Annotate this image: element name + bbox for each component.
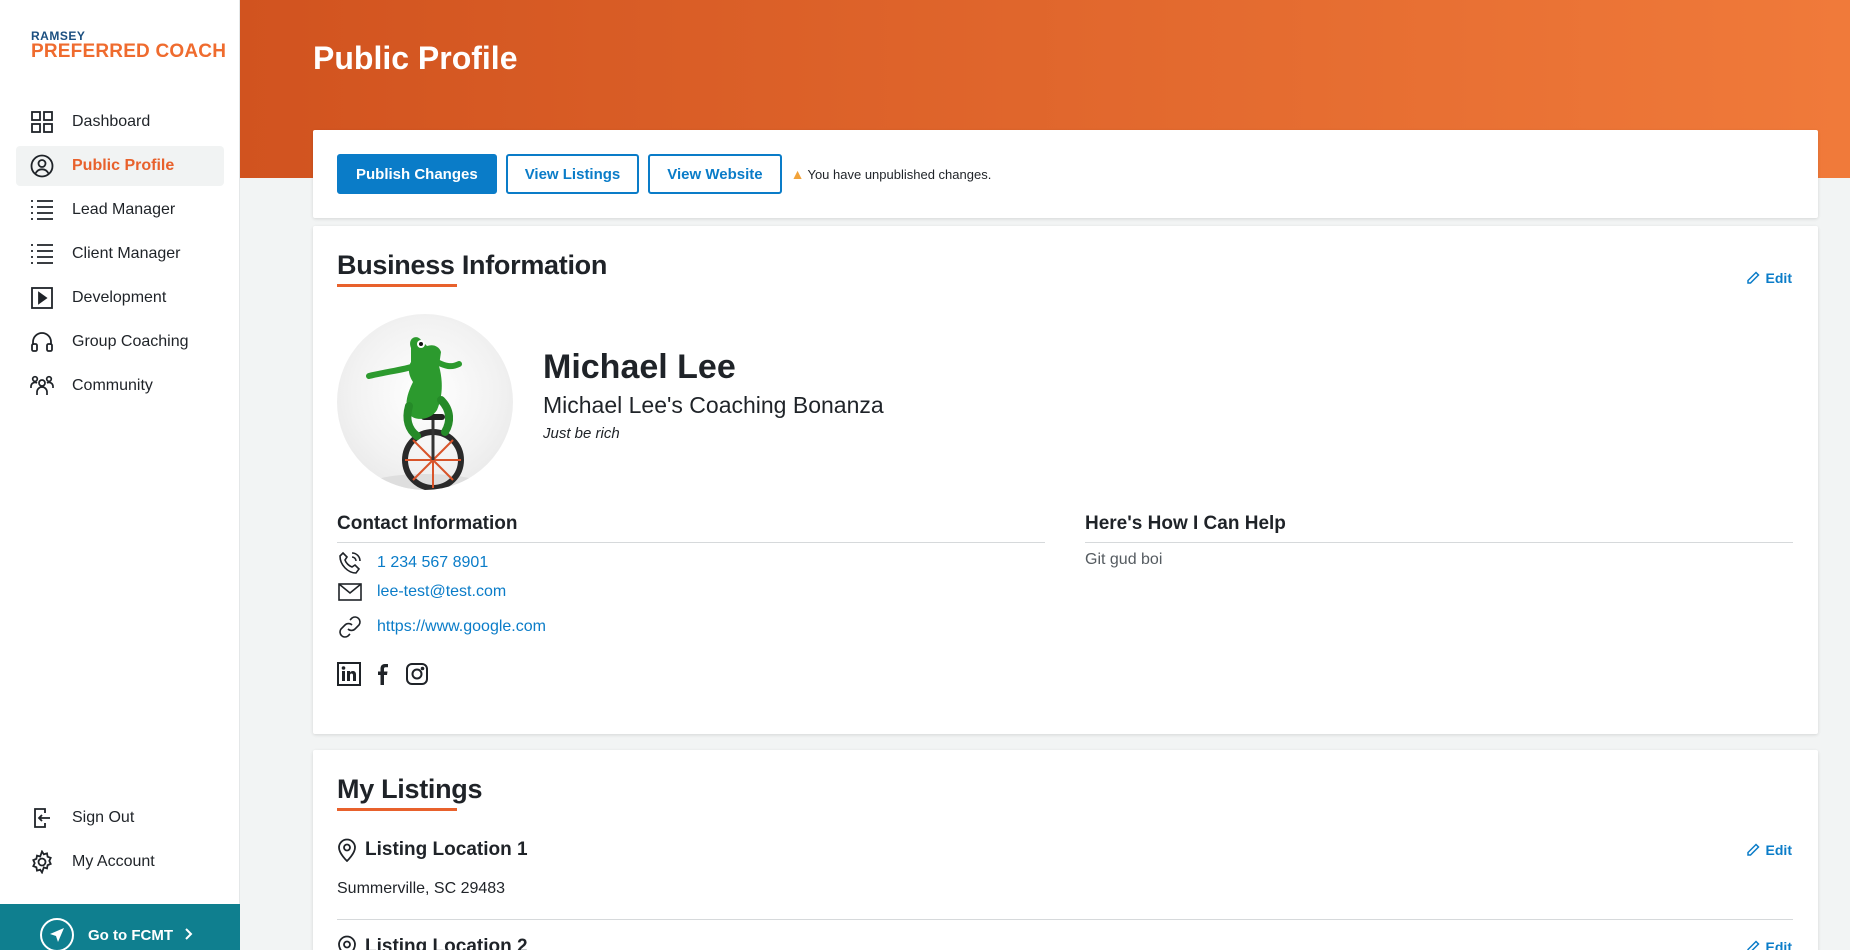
- sidebar-item-development[interactable]: Development: [16, 278, 224, 318]
- list-icon: [30, 242, 54, 266]
- fcmt-label: Go to FCMT: [88, 926, 173, 944]
- website-link[interactable]: https://www.google.com: [377, 618, 546, 636]
- warning-text: You have unpublished changes.: [807, 166, 992, 182]
- sidebar-item-group-coaching[interactable]: Group Coaching: [16, 322, 224, 362]
- instagram-icon[interactable]: [405, 662, 429, 686]
- divider: [337, 542, 1045, 543]
- sidebar-bottom-nav: Sign Out My Account: [16, 798, 224, 886]
- map-pin-icon: [338, 935, 356, 950]
- view-listings-button[interactable]: View Listings: [505, 154, 640, 194]
- contact-email: lee-test@test.com: [337, 583, 506, 601]
- warning-icon: ▲: [790, 166, 805, 182]
- sidebar-item-dashboard[interactable]: Dashboard: [16, 102, 224, 142]
- list-icon: [30, 198, 54, 222]
- chevron-right-icon: [185, 927, 193, 944]
- publish-toolbar: Publish Changes View Listings View Websi…: [313, 130, 1818, 218]
- envelope-icon: [337, 583, 363, 601]
- section-underline: [337, 808, 457, 811]
- sidebar-item-label: Client Manager: [72, 245, 181, 262]
- go-to-fcmt-button[interactable]: Go to FCMT: [0, 904, 240, 950]
- frog-on-unicycle-image: [366, 337, 475, 490]
- edit-label: Edit: [1765, 842, 1792, 858]
- business-name: Michael Lee's Coaching Bonanza: [543, 392, 884, 418]
- publish-changes-button[interactable]: Publish Changes: [337, 154, 497, 194]
- email-link[interactable]: lee-test@test.com: [377, 583, 506, 601]
- edit-business-link[interactable]: Edit: [1746, 270, 1792, 286]
- sidebar-item-label: Public Profile: [72, 157, 175, 174]
- sidebar-nav: Dashboard Public Profile Lead Manager Cl…: [16, 102, 224, 410]
- section-title: Business Information: [337, 250, 608, 280]
- pencil-icon: [1746, 843, 1760, 856]
- people-icon: [30, 374, 54, 398]
- sidebar-item-public-profile[interactable]: Public Profile: [16, 146, 224, 186]
- play-icon: [30, 286, 54, 310]
- avatar: [337, 314, 513, 490]
- gear-icon: [30, 850, 54, 874]
- headset-icon: [30, 330, 54, 354]
- sign-out-icon: [30, 806, 54, 830]
- sidebar-item-label: Dashboard: [72, 113, 151, 130]
- sidebar-item-sign-out[interactable]: Sign Out: [16, 798, 224, 838]
- phone-link[interactable]: 1 234 567 8901: [377, 554, 488, 572]
- sidebar-item-lead-manager[interactable]: Lead Manager: [16, 190, 224, 230]
- sidebar-item-label: Lead Manager: [72, 201, 176, 218]
- edit-listing-link[interactable]: Edit: [1746, 939, 1792, 950]
- unpublished-warning: ▲ You have unpublished changes.: [791, 166, 992, 182]
- sidebar-item-my-account[interactable]: My Account: [16, 842, 224, 882]
- logo-bottom-text: PREFERRED COACH: [31, 41, 227, 62]
- edit-listing-link[interactable]: Edit: [1746, 842, 1792, 858]
- divider: [337, 919, 1793, 920]
- help-text: Git gud boi: [1085, 551, 1163, 568]
- linkedin-icon[interactable]: [337, 662, 361, 686]
- logo[interactable]: RAMSEY PREFERRED COACH: [31, 30, 226, 61]
- sidebar-item-label: Sign Out: [72, 809, 135, 826]
- grid-icon: [30, 110, 54, 134]
- pencil-icon: [1746, 940, 1760, 950]
- contact-phone: 1 234 567 8901: [337, 551, 488, 575]
- edit-label: Edit: [1765, 270, 1792, 286]
- social-links: [337, 662, 439, 686]
- send-icon: [40, 918, 74, 950]
- view-website-button[interactable]: View Website: [648, 154, 782, 194]
- map-pin-icon: [338, 838, 356, 862]
- my-listings-card: My Listings Listing Location 1 Edit Summ…: [313, 750, 1818, 950]
- listing-address: Summerville, SC 29483: [337, 880, 506, 897]
- listing-title: Listing Location 2: [337, 935, 528, 950]
- phone-icon: [337, 551, 363, 575]
- sidebar-item-client-manager[interactable]: Client Manager: [16, 234, 224, 274]
- coach-name: Michael Lee: [543, 348, 736, 386]
- link-icon: [337, 615, 363, 639]
- section-underline: [337, 284, 457, 287]
- contact-website: https://www.google.com: [337, 615, 546, 639]
- divider: [1085, 542, 1793, 543]
- help-heading: Here's How I Can Help: [1085, 513, 1286, 534]
- business-information-card: Business Information Edit Michael Lee Mi…: [313, 226, 1818, 734]
- facebook-icon[interactable]: [371, 662, 395, 686]
- tagline: Just be rich: [543, 425, 620, 442]
- pencil-icon: [1746, 271, 1760, 284]
- sidebar-item-label: Community: [72, 377, 153, 394]
- page-title: Public Profile: [313, 40, 518, 76]
- sidebar-item-label: My Account: [72, 853, 155, 870]
- edit-label: Edit: [1765, 939, 1792, 950]
- sidebar-item-community[interactable]: Community: [16, 366, 224, 406]
- contact-information-heading: Contact Information: [337, 513, 518, 534]
- sidebar: RAMSEY PREFERRED COACH Dashboard Public …: [0, 0, 240, 950]
- section-title: My Listings: [337, 774, 483, 804]
- sidebar-item-label: Development: [72, 289, 167, 306]
- user-circle-icon: [30, 154, 54, 178]
- listing-name: Listing Location 2: [365, 936, 528, 950]
- listing-name: Listing Location 1: [365, 839, 528, 860]
- sidebar-item-label: Group Coaching: [72, 333, 189, 350]
- listing-title: Listing Location 1: [337, 838, 528, 862]
